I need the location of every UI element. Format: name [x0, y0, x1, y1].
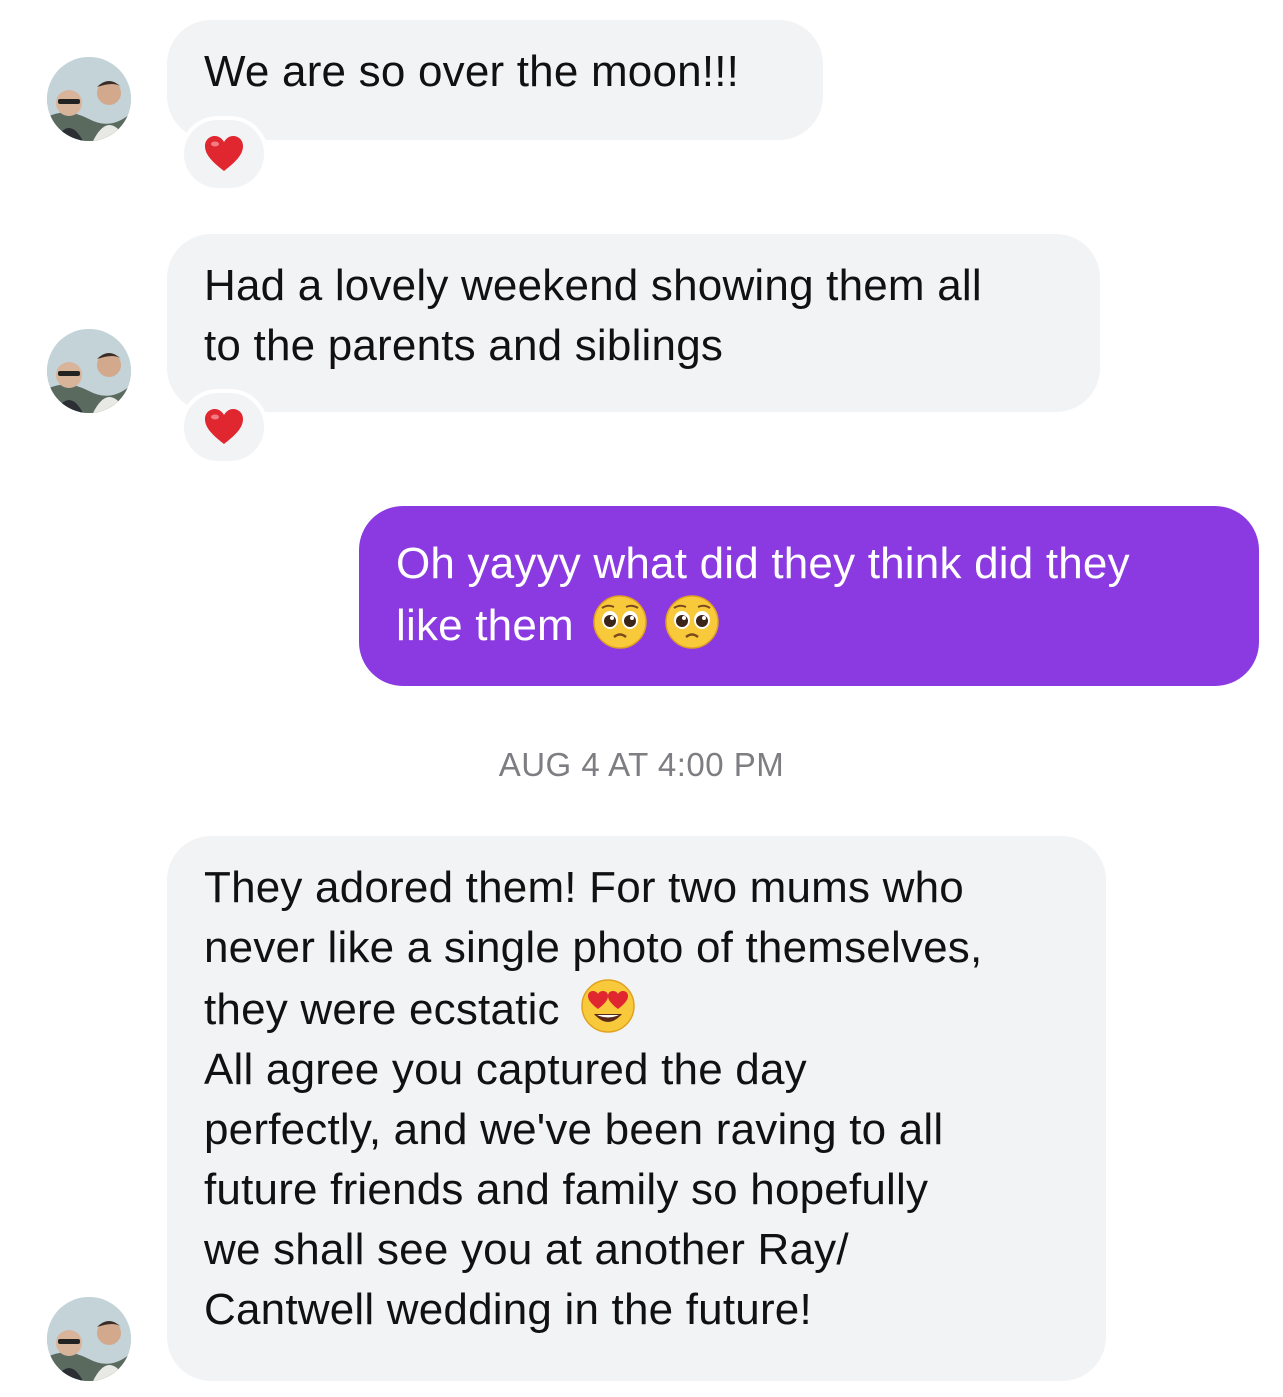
message-bubble-incoming[interactable]: Had a lovely weekend showing them all to… — [167, 234, 1100, 412]
message-bubble-incoming[interactable]: We are so over the moon!!! — [167, 20, 823, 140]
message-text: they were ecstatic — [204, 985, 560, 1034]
message-text: never like a single photo of themselves, — [204, 923, 983, 972]
message-reaction[interactable] — [180, 389, 268, 465]
message-text: Cantwell wedding in the future! — [204, 1285, 812, 1334]
message-text: to the parents and siblings — [204, 321, 724, 370]
avatar-photo — [47, 329, 131, 413]
message-text: Oh yayyy what did they think did they — [396, 539, 1130, 588]
message-bubble-outgoing[interactable]: Oh yayyy what did they think did they li… — [359, 506, 1259, 686]
message-reaction[interactable] — [180, 116, 268, 192]
pleading-face-icon — [664, 594, 720, 650]
heart-icon — [205, 409, 243, 444]
message-bubble-incoming[interactable]: They adored them! For two mums who never… — [167, 836, 1106, 1381]
message-text: future friends and family so hopefully — [204, 1165, 929, 1214]
heart-eyes-face-icon — [580, 978, 636, 1034]
message-text: We are so over the moon!!! — [204, 47, 740, 96]
pleading-face-icon — [592, 594, 648, 650]
heart-icon — [205, 136, 243, 171]
avatar-photo — [47, 57, 131, 141]
message-text: Had a lovely weekend showing them all — [204, 261, 982, 310]
sender-avatar[interactable] — [47, 329, 131, 413]
message-text: All agree you captured the day — [204, 1045, 807, 1094]
avatar-photo — [47, 1297, 131, 1381]
message-text: like them — [396, 601, 574, 650]
message-text: perfectly, and we've been raving to all — [204, 1105, 944, 1154]
message-text: we shall see you at another Ray/ — [204, 1225, 849, 1274]
message-timestamp: AUG 4 AT 4:00 PM — [498, 746, 785, 783]
sender-avatar[interactable] — [47, 57, 131, 141]
sender-avatar[interactable] — [47, 1297, 131, 1381]
message-text: They adored them! For two mums who — [204, 863, 964, 912]
